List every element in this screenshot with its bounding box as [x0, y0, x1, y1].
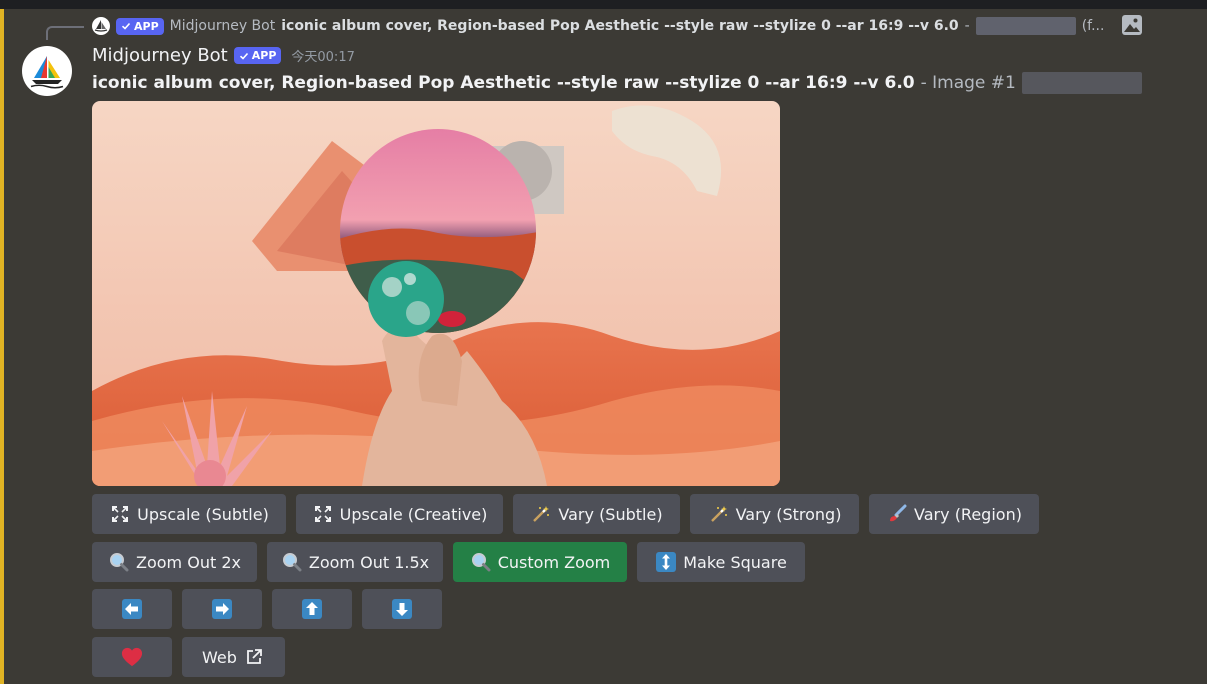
vary-strong-button[interactable]: Vary (Strong) — [690, 494, 859, 534]
reply-reference[interactable]: APP Midjourney Bot iconic album cover, R… — [92, 15, 1152, 37]
image-icon[interactable] — [1121, 14, 1143, 36]
reply-avatar[interactable] — [92, 17, 110, 35]
upscale-subtle-label: Upscale (Subtle) — [137, 504, 269, 524]
vary-strong-label: Vary (Strong) — [735, 504, 842, 524]
message-highlight-bar — [0, 9, 4, 684]
make-square-button[interactable]: Make Square — [637, 542, 805, 582]
pan-right-button[interactable] — [182, 589, 262, 629]
upscale-creative-button[interactable]: Upscale (Creative) — [296, 494, 503, 534]
sailboat-icon — [94, 20, 108, 32]
up-arrow-icon — [301, 598, 323, 620]
reply-author[interactable]: Midjourney Bot — [170, 18, 276, 34]
magic-wand-icon — [530, 503, 552, 525]
author-name[interactable]: Midjourney Bot — [92, 45, 228, 66]
magnifier-icon — [470, 551, 492, 573]
vary-subtle-button[interactable]: Vary (Subtle) — [513, 494, 680, 534]
external-link-icon — [243, 646, 265, 668]
magnifier-icon — [108, 551, 130, 573]
down-arrow-icon — [391, 598, 413, 620]
zoom-out-1-5x-button[interactable]: Zoom Out 1.5x — [267, 542, 443, 582]
checkmark-icon — [121, 22, 131, 30]
sailboat-logo-icon — [30, 56, 64, 89]
reply-app-badge: APP — [116, 17, 164, 35]
web-link-button[interactable]: Web — [182, 637, 285, 677]
custom-zoom-label: Custom Zoom — [497, 552, 611, 572]
expand-icon — [109, 503, 131, 525]
prompt-text: iconic album cover, Region-based Pop Aes… — [92, 73, 915, 93]
up-down-arrow-icon — [655, 551, 677, 573]
badge-text: APP — [251, 49, 277, 62]
heart-icon — [121, 646, 143, 668]
zoom-out-2x-button[interactable]: Zoom Out 2x — [92, 542, 257, 582]
action-row-pan — [92, 589, 442, 629]
web-label: Web — [202, 647, 237, 667]
paintbrush-icon — [886, 503, 908, 525]
vary-region-button[interactable]: Vary (Region) — [869, 494, 1039, 534]
message-content: iconic album cover, Region-based Pop Aes… — [92, 72, 1142, 94]
redacted-username — [975, 17, 1076, 35]
zoom-out-1-5x-label: Zoom Out 1.5x — [308, 552, 430, 572]
reply-separator: - — [964, 18, 970, 34]
reply-truncated: (f... — [1081, 18, 1105, 34]
image-label: - Image #1 — [920, 73, 1016, 93]
bot-avatar[interactable] — [22, 46, 72, 96]
custom-zoom-button[interactable]: Custom Zoom — [453, 542, 627, 582]
magic-wand-icon — [708, 503, 730, 525]
zoom-out-2x-label: Zoom Out 2x — [136, 552, 241, 572]
checkmark-icon — [239, 52, 248, 60]
left-arrow-icon — [121, 598, 143, 620]
upscale-creative-label: Upscale (Creative) — [339, 504, 488, 524]
vary-subtle-label: Vary (Subtle) — [558, 504, 663, 524]
message-header: Midjourney Bot APP 今天00:17 — [92, 45, 355, 66]
pan-down-button[interactable] — [362, 589, 442, 629]
favorite-button[interactable] — [92, 637, 172, 677]
action-row-upscale-vary: Upscale (Subtle) Upscale (Creative) Vary… — [92, 494, 1039, 534]
expand-icon — [312, 503, 334, 525]
make-square-label: Make Square — [683, 552, 787, 572]
right-arrow-icon — [211, 598, 233, 620]
reply-prompt[interactable]: iconic album cover, Region-based Pop Aes… — [281, 18, 958, 34]
reply-badge-text: APP — [134, 19, 159, 33]
pan-up-button[interactable] — [272, 589, 352, 629]
album-cover-artwork — [92, 101, 780, 486]
generated-image[interactable] — [92, 101, 780, 486]
action-row-zoom: Zoom Out 2x Zoom Out 1.5x Custom Zoom Ma… — [92, 542, 805, 582]
action-row-misc: Web — [92, 637, 285, 677]
reply-spine — [46, 26, 84, 40]
magnifier-icon — [281, 551, 303, 573]
window-top-strip — [0, 0, 1207, 9]
vary-region-label: Vary (Region) — [914, 504, 1022, 524]
pan-left-button[interactable] — [92, 589, 172, 629]
app-badge: APP — [233, 47, 282, 64]
upscale-subtle-button[interactable]: Upscale (Subtle) — [92, 494, 286, 534]
timestamp[interactable]: 今天00:17 — [291, 46, 354, 65]
redacted-mention — [1021, 72, 1142, 94]
